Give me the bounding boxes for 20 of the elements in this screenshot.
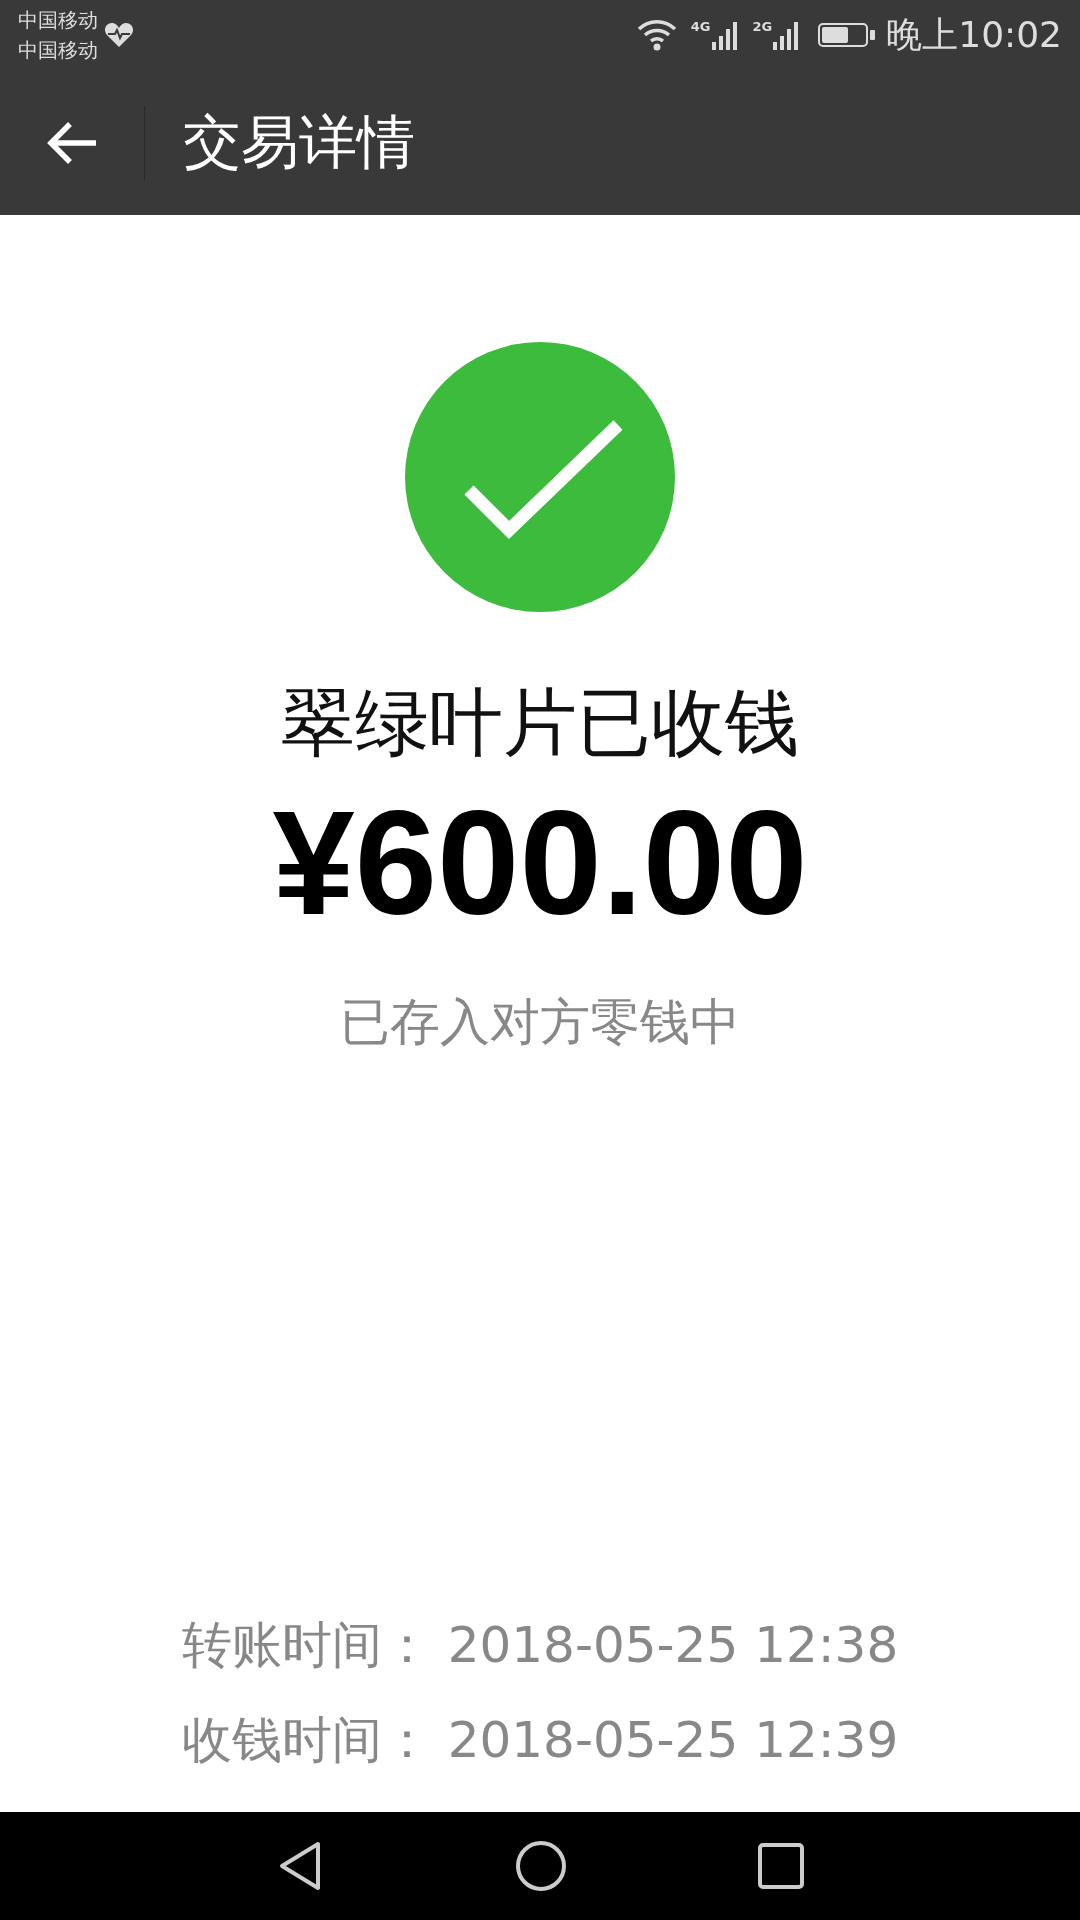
carrier-name: 中国移动 xyxy=(18,37,98,64)
battery-icon xyxy=(818,22,877,48)
time-detail: 转账时间： 2018-05-25 12:38 xyxy=(181,1615,899,1676)
network-type: 4G xyxy=(690,20,711,34)
signal-icon xyxy=(710,20,739,50)
carrier-name: 中国移动 xyxy=(18,7,98,34)
home-icon[interactable] xyxy=(515,1840,567,1892)
back-arrow-icon[interactable] xyxy=(46,119,98,166)
network-type: 2G xyxy=(752,20,773,34)
time-detail: 收钱时间： 2018-05-25 12:39 xyxy=(181,1710,899,1771)
success-check-icon xyxy=(405,342,675,612)
clock-time: 晚上10:02 xyxy=(886,12,1062,57)
payee-status: 翠绿叶片已收钱 xyxy=(281,678,799,767)
wifi-icon xyxy=(636,19,677,51)
heart-icon xyxy=(104,22,134,48)
page-title: 交易详情 xyxy=(183,106,415,178)
signal-icon xyxy=(772,20,801,50)
recents-icon[interactable] xyxy=(758,1843,805,1889)
amount-text: ¥600.00 xyxy=(272,782,808,945)
status-note: 已存入对方零钱中 xyxy=(340,991,740,1053)
